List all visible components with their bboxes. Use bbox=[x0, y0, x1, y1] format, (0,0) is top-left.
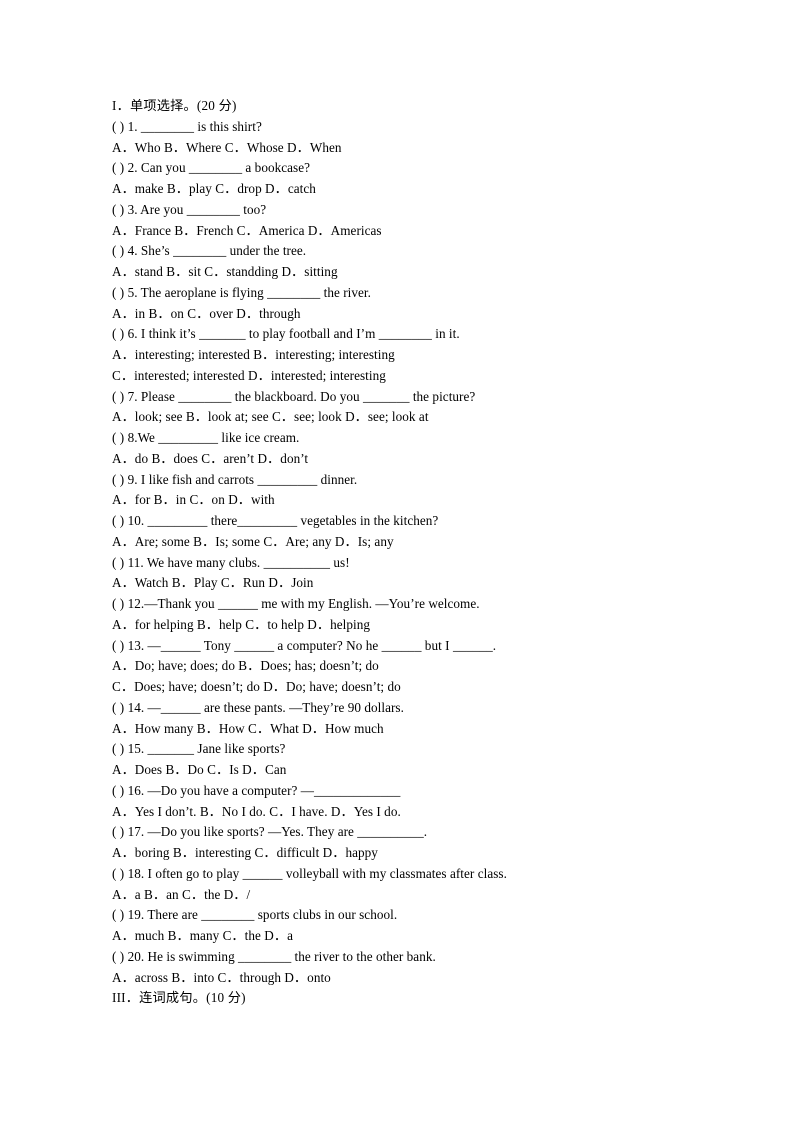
question-19-options: A．much B．many C．the D．a bbox=[112, 928, 293, 943]
question-10-options: A．Are; some B．Is; some C．Are; any D．Is; … bbox=[112, 533, 394, 549]
question-2-options: A．make B．play C．drop D．catch bbox=[112, 181, 316, 196]
question-7-stem: ( ) 7. Please ________ the blackboard. D… bbox=[112, 388, 476, 404]
question-10-stem: ( ) 10. _________ there_________ vegetab… bbox=[112, 513, 439, 528]
question-6-options-cd: C．interested; interested D．interested; i… bbox=[112, 367, 386, 383]
question-17-options: A．boring B．interesting C．difficult D．hap… bbox=[112, 845, 378, 860]
question-8-options: A．do B．does C．aren’t D．don’t bbox=[112, 450, 309, 466]
question-15-options: A．Does B．Do C．Is D．Can bbox=[112, 762, 287, 777]
question-8-stem: ( ) 8.We _________ like ice cream. bbox=[112, 430, 300, 445]
section-3-heading: III．连词成句。(10 分) bbox=[112, 990, 246, 1006]
section-1-heading: I．单项选择。(20 分) bbox=[112, 98, 237, 113]
question-14-options: A．How many B．How C．What D．How much bbox=[112, 720, 384, 736]
question-5-stem: ( ) 5. The aeroplane is flying ________ … bbox=[112, 284, 371, 300]
question-16-stem: ( ) 16. —Do you have a computer? —______… bbox=[112, 782, 401, 798]
question-14-stem: ( ) 14. —______ are these pants. —They’r… bbox=[112, 699, 404, 715]
question-12-options: A．for helping B．help C．to help D．helping bbox=[112, 616, 371, 632]
question-2-stem: ( ) 2. Can you ________ a bookcase? bbox=[112, 160, 311, 176]
question-5-options: A．in B．on C．over D．through bbox=[112, 305, 301, 321]
question-20-options: A．across B．into C．through D．onto bbox=[112, 969, 331, 985]
worksheet-page: I．单项选择。(20 分) ( ) 1. ________ is this sh… bbox=[0, 0, 794, 1123]
question-1-options: A．Who B．Where C．Whose D．When bbox=[112, 139, 342, 155]
question-18-stem: ( ) 18. I often go to play ______ volley… bbox=[112, 865, 507, 881]
question-4-options: A．stand B．sit C．standding D．sitting bbox=[112, 264, 338, 279]
question-1-stem: ( ) 1. ________ is this shirt? bbox=[112, 118, 262, 134]
question-11-stem: ( ) 11. We have many clubs. __________ u… bbox=[112, 554, 350, 570]
question-6-stem: ( ) 6. I think it’s _______ to play foot… bbox=[112, 326, 460, 342]
question-19-stem: ( ) 19. There are ________ sports clubs … bbox=[112, 907, 398, 923]
question-4-stem: ( ) 4. She’s ________ under the tree. bbox=[112, 243, 307, 259]
question-11-options: A．Watch B．Play C．Run D．Join bbox=[112, 575, 314, 591]
question-17-stem: ( ) 17. —Do you like sports? —Yes. They … bbox=[112, 824, 428, 840]
question-6-options-ab: A．interesting; interested B．interesting;… bbox=[112, 347, 395, 362]
question-18-options: A．a B．an C．the D．/ bbox=[112, 886, 251, 902]
question-3-stem: ( ) 3. Are you ________ too? bbox=[112, 201, 267, 217]
worksheet-text-block: I．单项选择。(20 分) ( ) 1. ________ is this sh… bbox=[112, 96, 672, 1009]
question-13-options-cd: C．Does; have; doesn’t; do D．Do; have; do… bbox=[112, 679, 401, 694]
question-13-options-ab: A．Do; have; does; do B．Does; has; doesn’… bbox=[112, 658, 379, 674]
question-12-stem: ( ) 12.—Thank you ______ me with my Engl… bbox=[112, 596, 480, 611]
question-20-stem: ( ) 20. He is swimming ________ the rive… bbox=[112, 948, 436, 964]
question-3-options: A．France B．French C．America D．Americas bbox=[112, 222, 382, 238]
question-15-stem: ( ) 15. _______ Jane like sports? bbox=[112, 741, 286, 757]
question-9-options: A．for B．in C．on D．with bbox=[112, 492, 275, 508]
question-7-options: A．look; see B．look at; see C．see; look D… bbox=[112, 409, 429, 425]
question-16-options: A．Yes I don’t. B．No I do. C．I have. D．Ye… bbox=[112, 803, 401, 819]
question-9-stem: ( ) 9. I like fish and carrots _________… bbox=[112, 471, 358, 487]
question-13-stem: ( ) 13. —______ Tony ______ a computer? … bbox=[112, 637, 497, 653]
